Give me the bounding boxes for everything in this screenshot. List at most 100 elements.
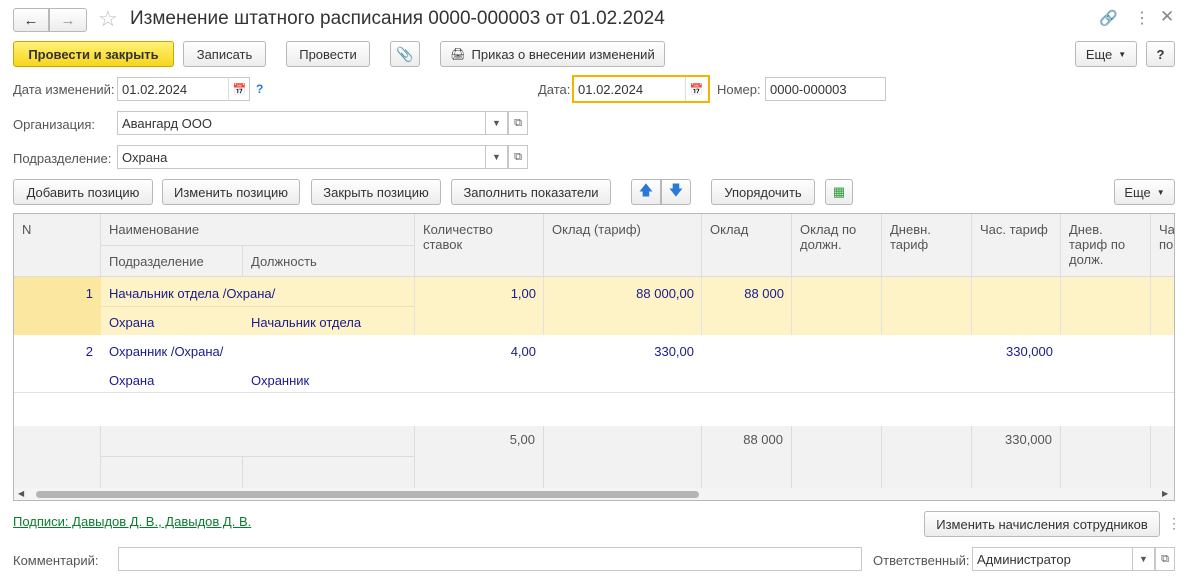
help-button[interactable]: ?: [1146, 41, 1175, 67]
add-position-button[interactable]: Добавить позицию: [13, 179, 153, 205]
scroll-left-icon[interactable]: ◀: [18, 488, 24, 500]
date-value: 01.02.2024: [578, 81, 644, 97]
responsible-dropdown-button[interactable]: ▼: [1133, 547, 1155, 571]
horizontal-scrollbar[interactable]: ◀ ▶: [14, 488, 1174, 500]
column-divider: [1060, 277, 1061, 335]
more-vert-icon[interactable]: ⋮: [1134, 8, 1150, 28]
department-open-icon[interactable]: ⧉: [508, 145, 528, 169]
change-accruals-button[interactable]: Изменить начисления сотрудников: [924, 511, 1160, 537]
department-label: Подразделение:: [13, 151, 112, 166]
column-header-day-tariff-by-position[interactable]: Днев. тариф по долж.: [1061, 214, 1151, 277]
calendar-icon[interactable]: 📅: [685, 77, 707, 101]
chevron-down-icon: ▼: [1156, 187, 1165, 197]
arrow-right-icon: →: [60, 11, 76, 29]
order-button[interactable]: 🖨 Приказ о внесении изменений: [440, 41, 665, 67]
column-header-salary[interactable]: Оклад: [702, 214, 792, 277]
cell-rates[interactable]: 1,00: [415, 280, 544, 304]
footer-salary-by-position: [792, 426, 882, 488]
star-icon[interactable]: ☆: [98, 6, 118, 32]
responsible-field[interactable]: Администратор: [972, 547, 1133, 571]
cell-rates[interactable]: 4,00: [415, 338, 544, 362]
sort-button[interactable]: Упорядочить: [711, 179, 815, 205]
organization-label: Организация:: [13, 117, 96, 132]
fill-indicators-button[interactable]: Заполнить показатели: [451, 179, 611, 205]
paperclip-icon: 📎: [396, 45, 414, 62]
page-title: Изменение штатного расписания 0000-00000…: [130, 8, 665, 29]
arrow-up-icon: 🡅: [638, 182, 654, 198]
close-position-button[interactable]: Закрыть позицию: [311, 179, 441, 205]
cell-salary-tariff[interactable]: 88 000,00: [544, 280, 702, 304]
organization-value: Авангард ООО: [122, 115, 212, 131]
link-icon[interactable]: 🔗: [1099, 9, 1118, 27]
column-header-salary-tariff[interactable]: Оклад (тариф): [544, 214, 702, 277]
total-salary: 88 000: [702, 426, 792, 488]
cell-n[interactable]: 1: [14, 280, 101, 304]
cell-department[interactable]: Охрана: [101, 367, 243, 391]
edit-position-button[interactable]: Изменить позицию: [162, 179, 300, 205]
table-add-icon: ▦: [832, 184, 846, 199]
calendar-icon[interactable]: 📅: [228, 77, 250, 101]
responsible-value: Администратор: [977, 551, 1071, 567]
move-down-button[interactable]: 🡇: [661, 179, 691, 205]
cell-salary[interactable]: 88 000: [702, 280, 792, 304]
forward-button[interactable]: →: [49, 8, 87, 32]
footer-day-tariff: [882, 426, 972, 488]
column-header-salary-by-position[interactable]: Оклад по должн.: [792, 214, 882, 277]
comment-field[interactable]: [118, 547, 862, 571]
post-button[interactable]: Провести: [286, 41, 370, 67]
column-divider: [881, 277, 882, 335]
footer-name: [101, 426, 415, 457]
order-button-label: Приказ о внесении изменений: [471, 46, 655, 62]
cell-department[interactable]: Охрана: [101, 309, 243, 333]
signatures-link[interactable]: Подписи: Давыдов Д. В., Давыдов Д. В.: [13, 514, 251, 529]
cell-hour-tariff[interactable]: 330,000: [972, 338, 1061, 362]
comment-label: Комментарий:: [13, 553, 99, 568]
footer-day-tariff-by-position: [1061, 426, 1151, 488]
write-button[interactable]: Записать: [183, 41, 266, 67]
column-header-hour-tariff-by-position[interactable]: Ча по: [1151, 214, 1174, 277]
department-field[interactable]: Охрана: [117, 145, 486, 169]
cell-name[interactable]: Начальник отдела /Охрана/: [101, 280, 415, 304]
add-table-row-button[interactable]: ▦: [825, 179, 853, 205]
organization-open-icon[interactable]: ⧉: [508, 111, 528, 135]
change-date-label: Дата изменений:: [13, 82, 115, 97]
back-button[interactable]: ←: [13, 8, 49, 32]
column-header-department[interactable]: Подразделение: [101, 246, 243, 277]
department-dropdown-button[interactable]: ▼: [486, 145, 508, 169]
total-rates: 5,00: [415, 426, 544, 488]
help-hint-icon[interactable]: ?: [256, 82, 263, 96]
cell-n[interactable]: 2: [14, 338, 101, 362]
column-header-day-tariff[interactable]: Дневн. тариф: [882, 214, 972, 277]
column-header-n[interactable]: N: [14, 214, 101, 277]
move-up-button[interactable]: 🡅: [631, 179, 661, 205]
footer-salary-tariff: [544, 426, 702, 488]
close-icon[interactable]: ✕: [1160, 7, 1174, 27]
more-menu-button[interactable]: Еще ▼: [1075, 41, 1137, 67]
scrollbar-thumb[interactable]: [36, 491, 699, 498]
column-header-position[interactable]: Должность: [243, 246, 415, 277]
column-divider: [971, 277, 972, 335]
column-header-name[interactable]: Наименование: [101, 214, 415, 246]
attach-button[interactable]: 📎: [390, 41, 420, 67]
organization-dropdown-button[interactable]: ▼: [486, 111, 508, 135]
responsible-open-icon[interactable]: ⧉: [1155, 547, 1175, 571]
cell-position[interactable]: Начальник отдела: [243, 309, 415, 333]
table-more-button[interactable]: Еще ▼: [1114, 179, 1175, 205]
more-vert-icon[interactable]: ⋮: [1167, 515, 1181, 532]
cell-name[interactable]: Охранник /Охрана/: [101, 338, 415, 362]
cell-salary-tariff[interactable]: 330,00: [544, 338, 702, 362]
post-and-close-button[interactable]: Провести и закрыть: [13, 41, 174, 67]
table-more-label: Еще: [1124, 184, 1151, 200]
column-header-rates[interactable]: Количество ставок: [415, 214, 544, 277]
column-divider: [791, 277, 792, 335]
department-value: Охрана: [122, 149, 168, 165]
cell-position[interactable]: Охранник: [243, 367, 415, 391]
footer-position: [243, 457, 415, 488]
column-divider: [543, 277, 544, 335]
more-menu-label: Еще: [1085, 46, 1113, 62]
organization-field[interactable]: Авангард ООО: [117, 111, 486, 135]
number-field[interactable]: 0000-000003: [765, 77, 886, 101]
column-header-hour-tariff[interactable]: Час. тариф: [972, 214, 1061, 277]
scroll-right-icon[interactable]: ▶: [1162, 488, 1168, 500]
number-label: Номер:: [717, 82, 761, 97]
